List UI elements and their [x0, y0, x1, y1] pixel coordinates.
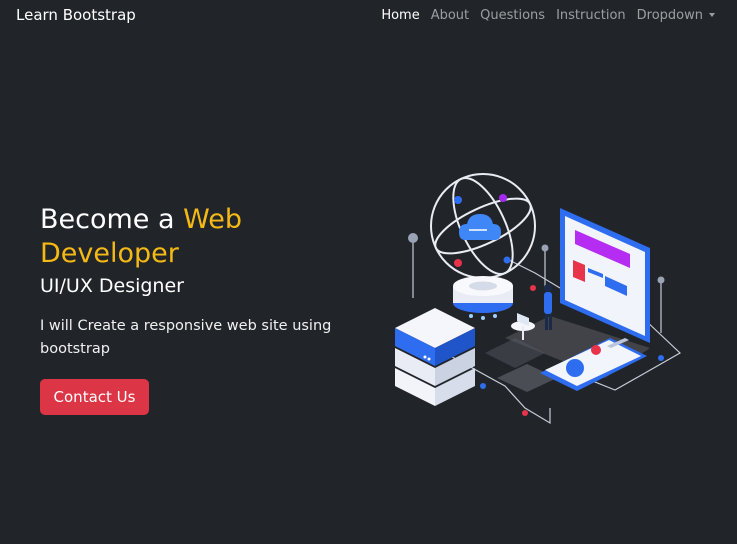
- illustration-svg: [395, 173, 681, 425]
- nav-link-home[interactable]: Home: [381, 8, 419, 23]
- nav-link-about[interactable]: About: [431, 8, 469, 23]
- nav-dropdown-toggle[interactable]: Dropdown: [637, 8, 715, 23]
- headline-highlight-web: Web: [183, 204, 242, 235]
- hero-section: Become a Web Developer UI/UX Designer I w…: [40, 203, 370, 415]
- nav-link-instruction[interactable]: Instruction: [556, 8, 626, 23]
- hero-description: I will Create a responsive web site usin…: [40, 318, 332, 357]
- contact-us-button[interactable]: Contact Us: [40, 379, 149, 415]
- headline-highlight-developer: Developer: [40, 238, 179, 269]
- headline-prefix: Become a: [40, 204, 184, 235]
- brand-link[interactable]: Learn Bootstrap: [16, 6, 136, 24]
- hero-headline: Become a Web Developer: [40, 203, 370, 271]
- nav-links: Home About Questions Instruction Dropdow…: [381, 8, 715, 23]
- hero-subheadline: UI/UX Designer: [40, 275, 184, 297]
- nav-dropdown-label: Dropdown: [636, 8, 703, 23]
- caret-down-icon: [709, 12, 715, 17]
- isometric-cloud-devices-illustration: [385, 168, 690, 433]
- navbar: Learn Bootstrap Home About Questions Ins…: [0, 0, 737, 33]
- nav-link-questions[interactable]: Questions: [480, 8, 545, 23]
